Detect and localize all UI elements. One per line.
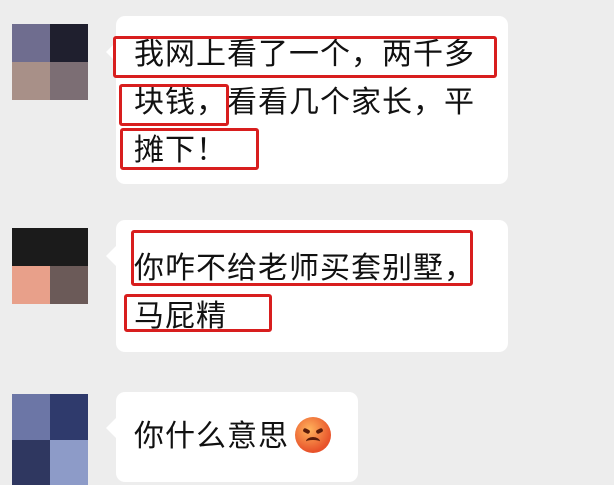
angry-face-icon bbox=[295, 416, 331, 453]
highlight-box bbox=[120, 128, 259, 170]
avatar[interactable] bbox=[12, 24, 88, 100]
avatar[interactable] bbox=[12, 228, 88, 304]
highlight-box bbox=[113, 36, 497, 78]
message-bubble[interactable]: 你什么意思 bbox=[106, 392, 358, 482]
message-text: 你什么意思 bbox=[134, 419, 289, 454]
message-line: 你什么意思 bbox=[134, 414, 331, 460]
avatar[interactable] bbox=[12, 394, 88, 485]
highlight-box bbox=[119, 84, 229, 126]
highlight-box bbox=[131, 230, 473, 286]
highlight-box bbox=[124, 294, 272, 332]
